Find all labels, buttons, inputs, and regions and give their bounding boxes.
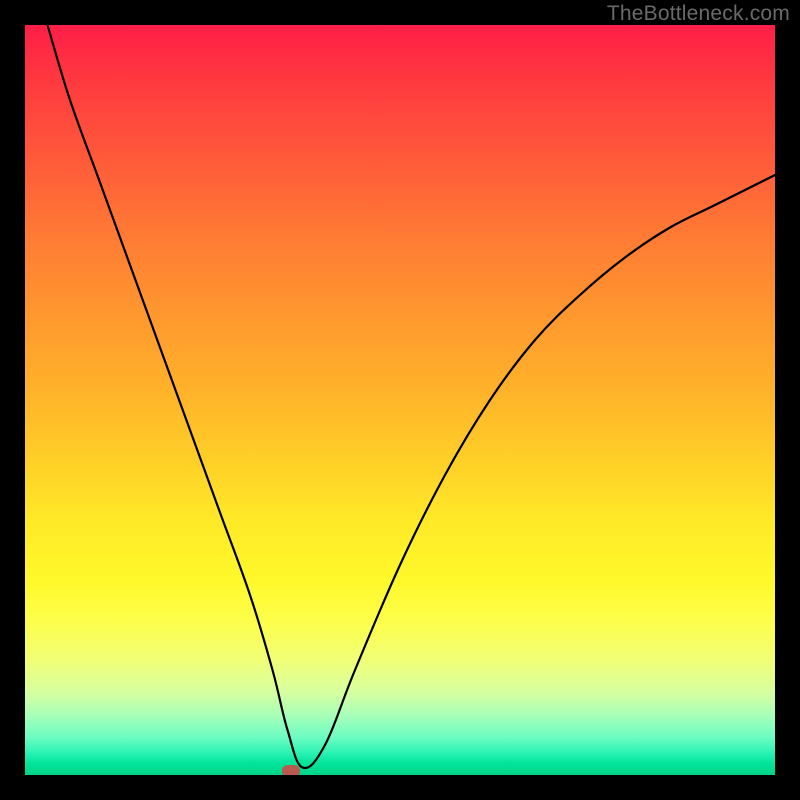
curve-path xyxy=(48,25,776,768)
plot-area xyxy=(25,25,775,775)
bottleneck-curve xyxy=(25,25,775,775)
watermark-text: TheBottleneck.com xyxy=(607,2,790,26)
chart-frame: TheBottleneck.com xyxy=(0,0,800,800)
optimal-point-marker xyxy=(282,765,300,775)
